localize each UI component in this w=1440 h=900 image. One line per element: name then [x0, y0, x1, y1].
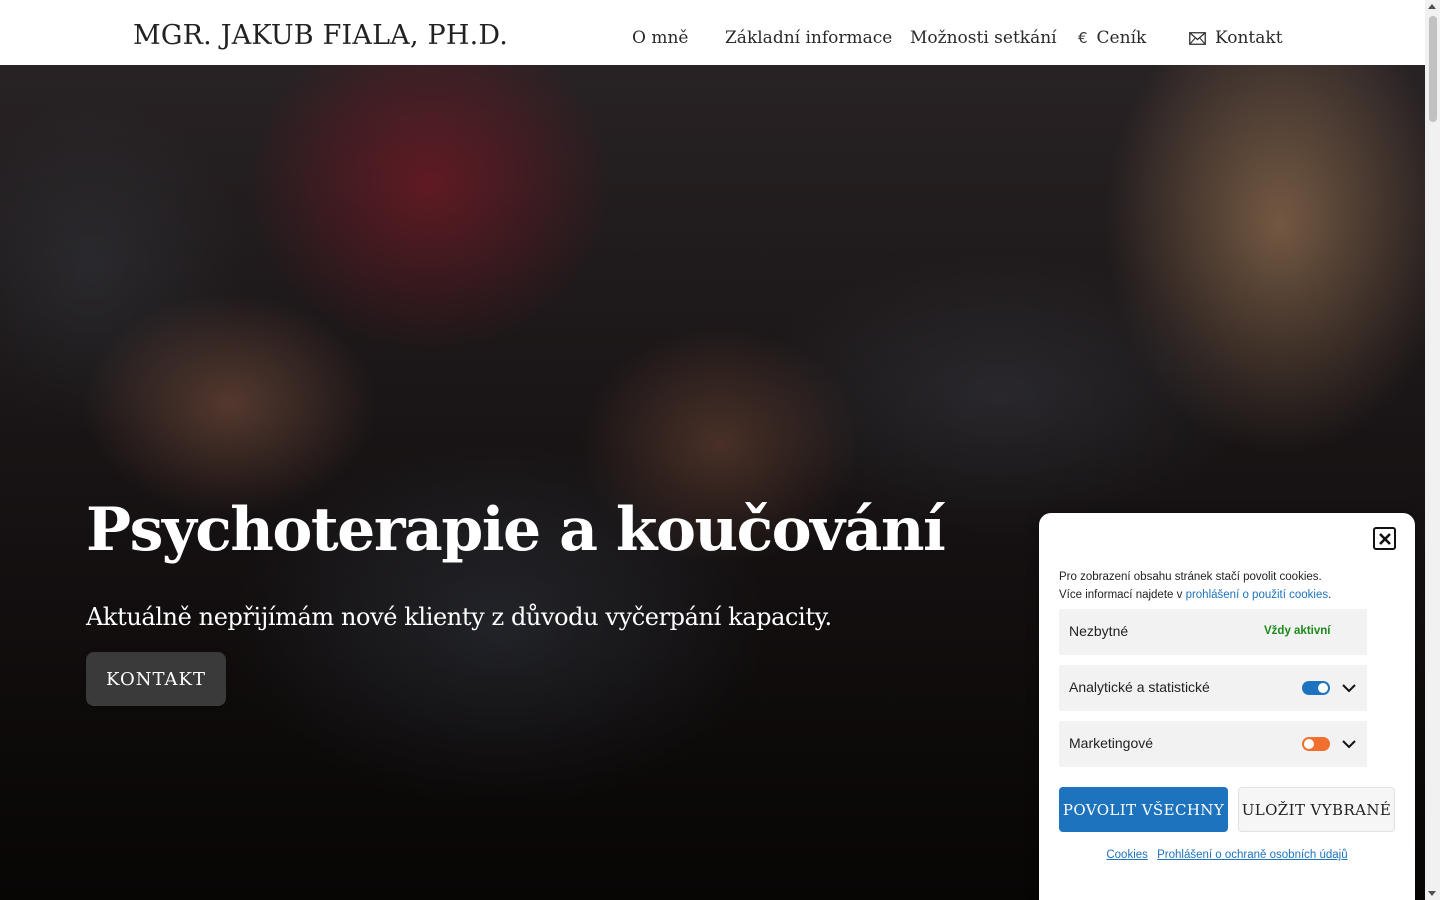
nav-item-label: Základní informace	[725, 28, 893, 48]
page-scrollbar[interactable]	[1425, 0, 1440, 900]
nav-item-label: Možnosti setkání	[910, 28, 1057, 48]
category-label: Nezbytné	[1069, 623, 1129, 639]
euro-icon: €	[1078, 29, 1088, 47]
cookie-message-line1: Pro zobrazení obsahu stránek stačí povol…	[1059, 571, 1322, 583]
cookie-policy-link[interactable]: prohlášení o použití cookies	[1186, 589, 1329, 601]
cookie-consent-banner: Pro zobrazení obsahu stránek stačí povol…	[1039, 513, 1415, 900]
cookie-category-analytics[interactable]: Analytické a statistické	[1059, 665, 1367, 711]
toggle-knob	[1318, 683, 1328, 693]
nav-item-kontakt[interactable]: Kontakt	[1189, 28, 1283, 48]
cookie-category-necessary[interactable]: Nezbytné Vždy aktivní	[1059, 609, 1367, 655]
nav-item-o-mne[interactable]: O mně	[632, 28, 688, 48]
analytics-toggle[interactable]	[1302, 681, 1330, 695]
always-active-badge: Vždy aktivní	[1264, 625, 1331, 637]
toggle-knob	[1304, 739, 1314, 749]
hero-heading: Psychoterapie a koučování	[86, 495, 946, 565]
hero-subheading: Aktuálně nepřijímám nové klienty z důvod…	[86, 603, 832, 631]
site-header: MGR. JAKUB FIALA, PH.D. O mně Základní i…	[0, 0, 1425, 65]
save-selected-button[interactable]: ULOŽIT VYBRANÉ	[1238, 787, 1395, 832]
cookie-message-line2: Více informací najdete v prohlášení o po…	[1059, 586, 1399, 604]
scrollbar-thumb[interactable]	[1429, 16, 1437, 122]
nav-item-label: Kontakt	[1215, 28, 1283, 48]
contact-button[interactable]: KONTAKT	[86, 652, 226, 706]
cookie-footer-links: Cookies Prohlášení o ochraně osobních úd…	[1039, 849, 1415, 861]
nav-item-cenik[interactable]: € Ceník	[1078, 28, 1146, 48]
category-label: Marketingové	[1069, 735, 1154, 751]
marketing-toggle[interactable]	[1302, 737, 1330, 751]
chevron-down-icon[interactable]	[1341, 680, 1357, 696]
accept-all-button[interactable]: POVOLIT VŠECHNY	[1059, 787, 1228, 832]
nav-item-label: Ceník	[1096, 28, 1147, 48]
scroll-up-arrow-icon[interactable]	[1428, 4, 1436, 9]
close-icon[interactable]	[1373, 527, 1396, 550]
category-label: Analytické a statistické	[1069, 679, 1210, 695]
scroll-down-arrow-icon[interactable]	[1428, 891, 1436, 896]
cookie-message: Pro zobrazení obsahu stránek stačí povol…	[1059, 568, 1399, 604]
nav-item-moznosti-setkani[interactable]: Možnosti setkání	[910, 28, 1057, 48]
privacy-policy-link[interactable]: Prohlášení o ochraně osobních údajů	[1157, 849, 1348, 861]
site-title[interactable]: MGR. JAKUB FIALA, PH.D.	[133, 20, 508, 51]
cookie-category-marketing[interactable]: Marketingové	[1059, 721, 1367, 767]
cookie-message-prefix: Více informací najdete v	[1059, 589, 1186, 601]
cookies-link[interactable]: Cookies	[1106, 849, 1148, 861]
chevron-down-icon[interactable]	[1341, 736, 1357, 752]
nav-item-label: O mně	[632, 28, 689, 48]
envelope-icon	[1189, 31, 1206, 45]
nav-item-zakladni-informace[interactable]: Základní informace	[725, 28, 892, 48]
cookie-message-suffix: .	[1328, 589, 1332, 601]
